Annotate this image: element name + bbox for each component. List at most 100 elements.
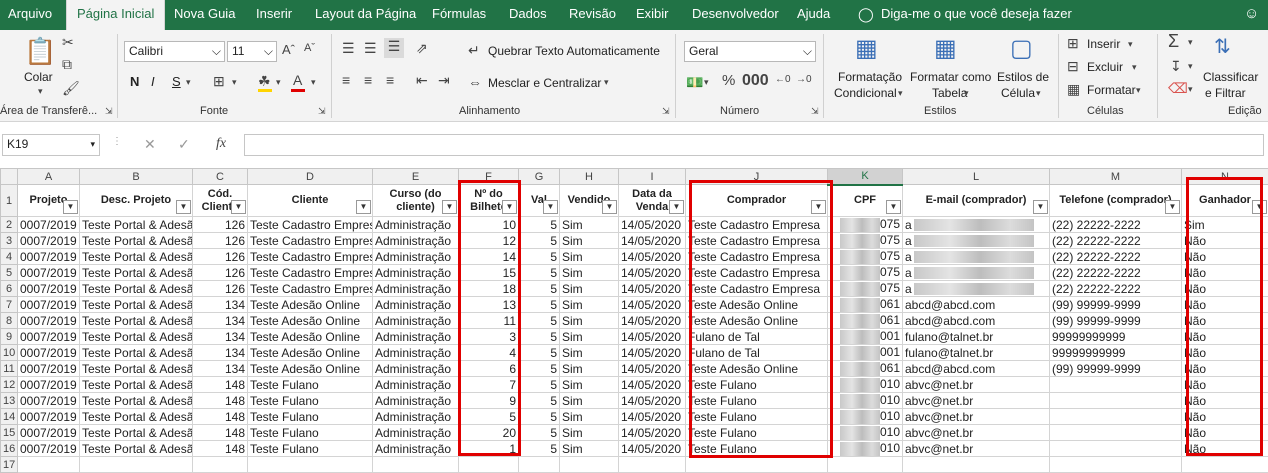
cell[interactable]: Teste Fulano (686, 377, 828, 393)
row-header[interactable]: 4 (1, 249, 18, 265)
cell[interactable]: Administração (373, 441, 459, 457)
cell[interactable]: Sim (560, 425, 619, 441)
cell[interactable]: Teste Fulano (686, 441, 828, 457)
cell[interactable]: (99) 99999-9999 (1050, 313, 1182, 329)
cell[interactable]: a (903, 265, 1050, 281)
conditional-format-label-1[interactable]: Formatação (838, 70, 902, 84)
cell-styles-label-2[interactable]: Célula (1001, 86, 1035, 100)
cell[interactable]: 0007/2019 (18, 265, 80, 281)
cell[interactable]: 99999999999 (1050, 329, 1182, 345)
increase-decimal-icon[interactable]: ←0 (775, 74, 791, 85)
font-name-select[interactable]: Calibri⌵ (124, 41, 225, 62)
cell[interactable]: Não (1182, 249, 1268, 265)
cell[interactable]: Teste Portal & Adesã (80, 233, 193, 249)
fill-dropdown-icon[interactable]: ▾ (276, 77, 281, 88)
cell[interactable] (1050, 441, 1182, 457)
enter-icon[interactable]: ✓ (178, 136, 190, 153)
header-cell[interactable]: E-mail (comprador)▼ (903, 185, 1050, 217)
row-header[interactable]: 2 (1, 217, 18, 233)
cell[interactable]: Teste Portal & Adesã (80, 409, 193, 425)
cell[interactable]: (99) 99999-9999 (1050, 361, 1182, 377)
header-cell[interactable]: Data da Venda▼ (619, 185, 686, 217)
format-painter-icon[interactable]: 🖌 (62, 80, 80, 97)
cell[interactable]: Teste Portal & Adesã (80, 345, 193, 361)
cell[interactable]: 20 (459, 425, 519, 441)
cell[interactable]: 14/05/2020 (619, 425, 686, 441)
cell[interactable]: 148 (193, 409, 248, 425)
cell[interactable]: 5 (519, 377, 560, 393)
header-cell[interactable]: Cliente▼ (248, 185, 373, 217)
cell[interactable]: fulano@talnet.br (903, 345, 1050, 361)
cell[interactable]: 075 (828, 281, 903, 297)
cell[interactable]: Não (1182, 233, 1268, 249)
insert-cells-icon[interactable]: ⊞ (1067, 35, 1079, 52)
cell[interactable]: Teste Adesão Online (248, 297, 373, 313)
font-launcher-icon[interactable]: ⇲ (318, 106, 326, 117)
cell[interactable]: 134 (193, 345, 248, 361)
cell[interactable]: (22) 22222-2222 (1050, 233, 1182, 249)
cell[interactable]: Teste Fulano (248, 409, 373, 425)
cell[interactable]: 3 (459, 329, 519, 345)
row-header[interactable]: 13 (1, 393, 18, 409)
cell[interactable]: 075 (828, 265, 903, 281)
cell[interactable]: 075 (828, 233, 903, 249)
cell[interactable]: 134 (193, 313, 248, 329)
cell[interactable]: Teste Portal & Adesã (80, 377, 193, 393)
delete-dropdown-icon[interactable]: ▾ (1132, 62, 1137, 73)
cell[interactable]: 5 (519, 281, 560, 297)
cell[interactable]: Teste Adesão Online (686, 313, 828, 329)
cell[interactable]: 14/05/2020 (619, 265, 686, 281)
cell[interactable]: Administração (373, 329, 459, 345)
formula-input[interactable] (244, 134, 1264, 156)
font-color-icon[interactable]: A (293, 72, 302, 88)
filter-dropdown-icon[interactable]: ▼ (442, 200, 457, 214)
format-table-icon[interactable]: ▦ (934, 34, 957, 63)
row-header[interactable]: 12 (1, 377, 18, 393)
cell[interactable]: Teste Portal & Adesã (80, 425, 193, 441)
cell[interactable]: Não (1182, 345, 1268, 361)
cell[interactable]: Sim (560, 329, 619, 345)
cell[interactable]: Sim (560, 265, 619, 281)
cell[interactable]: Teste Cadastro Empres (248, 265, 373, 281)
row-header[interactable]: 5 (1, 265, 18, 281)
cell[interactable]: 010 (828, 393, 903, 409)
cell[interactable]: Teste Adesão Online (248, 329, 373, 345)
tab-formulas[interactable]: Fórmulas (432, 0, 486, 30)
align-center-icon[interactable]: ≡ (364, 72, 372, 88)
cell[interactable]: Teste Portal & Adesã (80, 329, 193, 345)
fill-color-icon[interactable]: ☘ (258, 73, 271, 90)
tab-exibir[interactable]: Exibir (636, 0, 669, 30)
cell[interactable]: 5 (519, 393, 560, 409)
cell[interactable]: Administração (373, 361, 459, 377)
autosum-icon[interactable]: Σ (1168, 31, 1179, 52)
select-all-corner[interactable] (1, 169, 18, 185)
cell[interactable]: Teste Fulano (248, 377, 373, 393)
user-icon[interactable]: ☺ (1244, 0, 1259, 30)
copy-icon[interactable]: ⧉ (62, 56, 72, 73)
column-header[interactable]: J (686, 169, 828, 185)
cell[interactable]: 148 (193, 441, 248, 457)
filter-dropdown-icon[interactable]: ▼ (886, 200, 901, 214)
cell[interactable]: 0007/2019 (18, 345, 80, 361)
cell[interactable]: (22) 22222-2222 (1050, 249, 1182, 265)
cell[interactable]: 5 (519, 233, 560, 249)
cell[interactable]: 5 (519, 297, 560, 313)
cell[interactable]: Teste Fulano (686, 393, 828, 409)
cell[interactable]: 126 (193, 249, 248, 265)
cell[interactable]: Não (1182, 377, 1268, 393)
cell[interactable]: Teste Cadastro Empres (248, 233, 373, 249)
cell[interactable]: Não (1182, 441, 1268, 457)
cell[interactable]: Administração (373, 345, 459, 361)
cell[interactable]: 14/05/2020 (619, 361, 686, 377)
cell[interactable]: Não (1182, 297, 1268, 313)
name-box[interactable]: K19▾ (2, 134, 100, 156)
filter-dropdown-icon[interactable]: ▼ (502, 200, 517, 214)
cell[interactable]: 134 (193, 329, 248, 345)
cell[interactable]: 5 (519, 441, 560, 457)
cell[interactable]: Fulano de Tal (686, 345, 828, 361)
cell[interactable]: Sim (560, 345, 619, 361)
cell[interactable]: 134 (193, 361, 248, 377)
filter-dropdown-icon[interactable]: ▼ (1252, 200, 1267, 214)
cell[interactable]: 14/05/2020 (619, 313, 686, 329)
cell[interactable]: 126 (193, 265, 248, 281)
